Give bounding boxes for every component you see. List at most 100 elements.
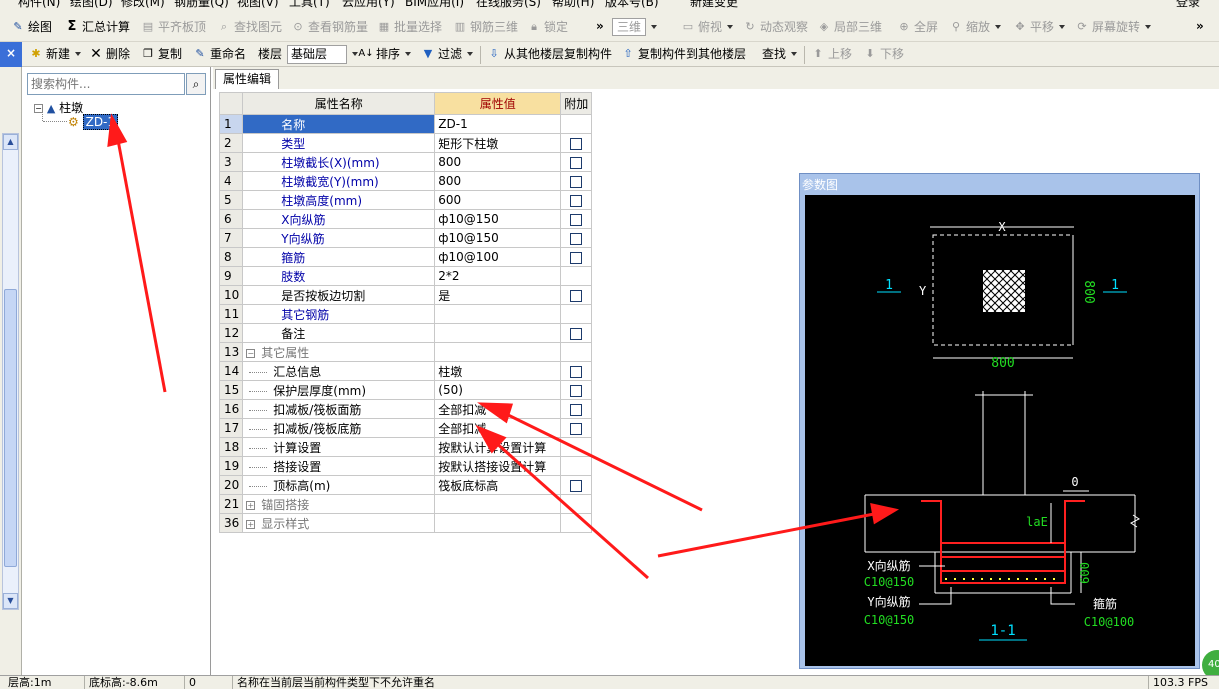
more-tools-button[interactable]: »	[1196, 15, 1204, 37]
copy-to-floor-button[interactable]: ⇧ 复制构件到其他楼层	[620, 43, 746, 65]
table-row[interactable]: 6 X向纵筋 ф10@150	[218, 209, 593, 229]
attach-checkbox[interactable]	[570, 403, 583, 416]
menu-item[interactable]: BIM应用(I)	[405, 0, 464, 10]
table-row[interactable]: 18 计算设置 按默认计算设置计算	[218, 437, 593, 457]
property-value-cell[interactable]	[434, 304, 562, 324]
more-tools-button[interactable]: »	[596, 15, 604, 37]
floor-select[interactable]: 基础层	[287, 43, 358, 65]
attach-checkbox[interactable]	[570, 289, 583, 302]
copy-button[interactable]: ❐ 复制	[140, 43, 182, 65]
table-row[interactable]: 14 汇总信息 柱墩	[218, 361, 593, 381]
batch-select-button[interactable]: ▦ 批量选择	[376, 16, 442, 38]
table-row[interactable]: 15 保护层厚度(mm) (50)	[218, 380, 593, 400]
expand-icon[interactable]: +	[246, 500, 256, 510]
table-row[interactable]: 11 其它钢筋	[218, 304, 593, 324]
delete-button[interactable]: ✕ 删除	[88, 43, 130, 65]
menu-item[interactable]: 视图(V)	[237, 0, 279, 10]
attach-checkbox[interactable]	[570, 232, 583, 245]
menu-item[interactable]: 构件(N)	[18, 0, 60, 10]
menu-item[interactable]: 工具(T)	[289, 0, 330, 10]
table-row[interactable]: 4 柱墩截宽(Y)(mm) 800	[218, 171, 593, 191]
menu-item[interactable]: 帮助(H)	[552, 0, 594, 10]
property-value-cell[interactable]: 全部扣减	[434, 418, 562, 438]
attach-checkbox[interactable]	[570, 194, 583, 207]
menu-item[interactable]: 版本号(B)	[605, 0, 659, 10]
property-value-cell[interactable]: 2*2	[434, 266, 562, 286]
table-row[interactable]: 7 Y向纵筋 ф10@150	[218, 228, 593, 248]
table-row[interactable]: 3 柱墩截长(X)(mm) 800	[218, 152, 593, 172]
property-value-cell[interactable]: ф10@100	[434, 247, 562, 267]
dynamic-view-button[interactable]: ↻ 动态观察	[742, 16, 808, 38]
view-rebar-button[interactable]: ⊙ 查看钢筋量	[290, 16, 368, 38]
table-row[interactable]: 17 扣减板/筏板底筋 全部扣减	[218, 418, 593, 438]
property-value-cell[interactable]: (50)	[434, 380, 562, 400]
table-row[interactable]: 2 类型 矩形下柱墩	[218, 133, 593, 153]
table-row[interactable]: 10 是否按板边切割 是	[218, 285, 593, 305]
pan-button[interactable]: ✥ 平移	[1012, 16, 1066, 38]
property-value-cell[interactable]: 筏板底标高	[434, 475, 562, 495]
find-element-button[interactable]: ⌕ 查找图元	[216, 16, 282, 38]
table-row[interactable]: 13− 其它属性	[218, 342, 593, 362]
collapse-icon[interactable]: −	[246, 348, 256, 358]
property-value-cell[interactable]: ф10@150	[434, 209, 562, 229]
attach-checkbox[interactable]	[570, 384, 583, 397]
property-value-cell[interactable]	[434, 513, 562, 533]
fullscreen-button[interactable]: ⊕ 全屏	[896, 16, 938, 38]
attach-checkbox[interactable]	[570, 365, 583, 378]
module-scrollbar[interactable]: ▲ ▼	[2, 133, 19, 610]
new-button[interactable]: ✱ 新建	[28, 43, 82, 65]
find-button[interactable]: 查找	[762, 43, 798, 65]
tree-item-zd1[interactable]: ⚙ ZD-1	[68, 114, 119, 130]
attach-checkbox[interactable]	[570, 156, 583, 169]
menu-item[interactable]: 云应用(Y)	[342, 0, 395, 10]
expand-icon[interactable]: +	[246, 519, 256, 529]
menu-item[interactable]: 修改(M)	[121, 0, 165, 10]
flush-slab-button[interactable]: ▤ 平齐板顶	[140, 16, 206, 38]
attach-checkbox[interactable]	[570, 213, 583, 226]
property-value-cell[interactable]	[434, 323, 562, 343]
login-link[interactable]: 登录	[1176, 0, 1200, 10]
attach-checkbox[interactable]	[570, 137, 583, 150]
menu-item[interactable]: 钢筋量(Q)	[174, 0, 229, 10]
property-value-cell[interactable]: 全部扣减	[434, 399, 562, 419]
table-row[interactable]: 19 搭接设置 按默认搭接设置计算	[218, 456, 593, 476]
rebar-3d-button[interactable]: ▥ 钢筋三维	[452, 16, 518, 38]
scroll-down-icon[interactable]: ▼	[3, 593, 18, 609]
scroll-thumb[interactable]	[4, 289, 17, 567]
table-row[interactable]: 16 扣减板/筏板面筋 全部扣减	[218, 399, 593, 419]
property-value-cell[interactable]	[434, 342, 562, 362]
menu-item[interactable]: 在线服务(S)	[476, 0, 541, 10]
property-value-cell[interactable]: 800	[434, 152, 562, 172]
property-value-cell[interactable]	[434, 494, 562, 514]
table-row[interactable]: 20 顶标高(m) 筏板底标高	[218, 475, 593, 495]
lock-button[interactable]: 🔒︎ 锁定	[526, 16, 568, 38]
property-value-cell[interactable]: ф10@150	[434, 228, 562, 248]
view-mode-select[interactable]: 三维	[612, 16, 658, 38]
copy-from-floor-button[interactable]: ⇩ 从其他楼层复制构件	[486, 43, 612, 65]
local-3d-button[interactable]: ◈ 局部三维	[816, 16, 882, 38]
attach-checkbox[interactable]	[570, 422, 583, 435]
table-row[interactable]: 21 + 锚固搭接	[218, 494, 593, 514]
rename-button[interactable]: ✎ 重命名	[192, 43, 246, 65]
search-icon[interactable]: ⌕	[186, 73, 206, 95]
parameter-diagram-window[interactable]: 参数图 X Y 800 800 1 1 0 laE 600 X向纵筋 C10@1…	[799, 173, 1200, 669]
move-up-button[interactable]: ⬆ 上移	[810, 43, 852, 65]
property-value-cell[interactable]: 按默认计算设置计算	[434, 437, 562, 457]
table-row[interactable]: 8 箍筋 ф10@100	[218, 247, 593, 267]
table-row[interactable]: 12 备注	[218, 323, 593, 343]
property-value-cell[interactable]: 800	[434, 171, 562, 191]
attach-checkbox[interactable]	[570, 327, 583, 340]
close-panel-button[interactable]: ×	[0, 42, 22, 67]
property-value-cell[interactable]: ZD-1	[434, 114, 562, 134]
table-row[interactable]: 5 柱墩高度(mm) 600	[218, 190, 593, 210]
menu-item[interactable]: 绘图(D)	[70, 0, 113, 10]
property-value-cell[interactable]: 矩形下柱墩	[434, 133, 562, 153]
property-value-cell[interactable]: 是	[434, 285, 562, 305]
table-row[interactable]: 1 名称 ZD-1	[218, 114, 593, 134]
attach-checkbox[interactable]	[570, 479, 583, 492]
scroll-up-icon[interactable]: ▲	[3, 134, 18, 150]
tab-property-edit[interactable]: 属性编辑	[215, 69, 279, 89]
move-down-button[interactable]: ⬇ 下移	[862, 43, 904, 65]
table-row[interactable]: 36 + 显示样式	[218, 513, 593, 533]
zoom-button[interactable]: ⚲ 缩放	[948, 16, 1002, 38]
